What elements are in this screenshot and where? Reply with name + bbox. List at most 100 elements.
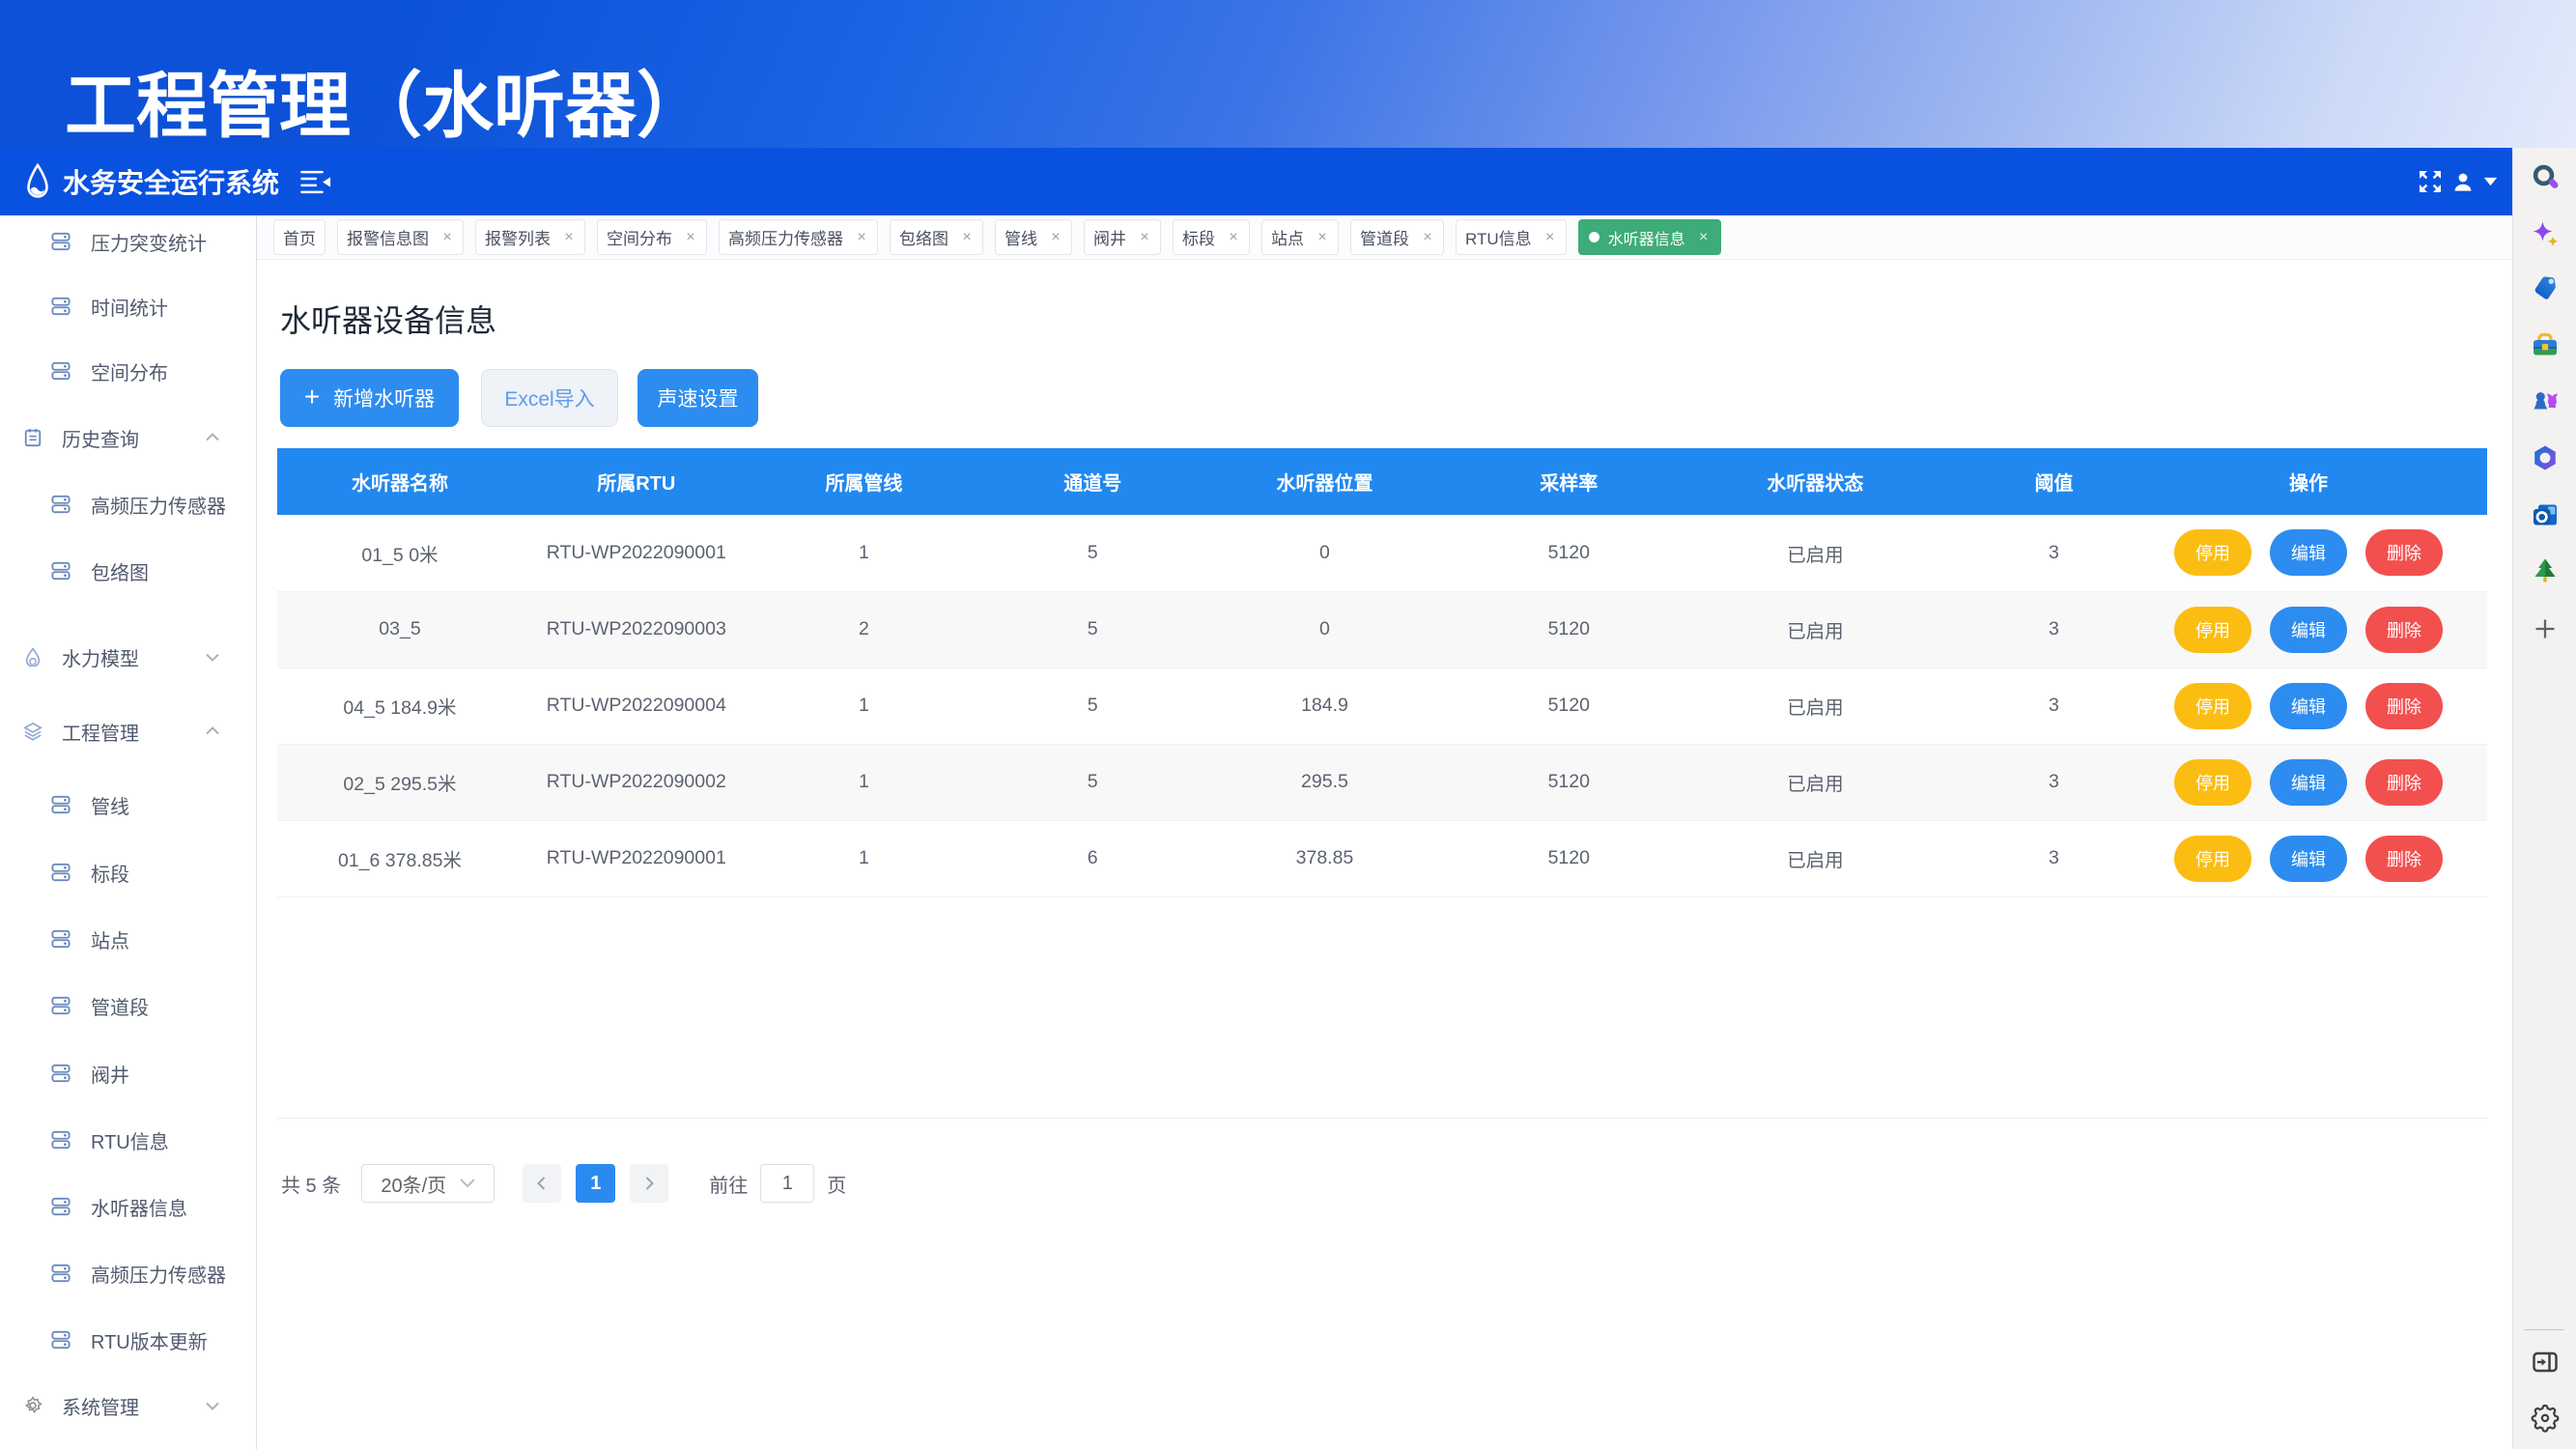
- cell-所属管线: 2: [750, 591, 978, 668]
- tab-包络图[interactable]: 包络图×: [890, 219, 983, 255]
- menu-item-工程管理[interactable]: 工程管理: [0, 698, 256, 764]
- close-icon[interactable]: ×: [1316, 230, 1329, 245]
- tab-水听器信息[interactable]: 水听器信息×: [1578, 219, 1721, 255]
- action-编辑-button[interactable]: 编辑: [2270, 683, 2347, 729]
- action-删除-button[interactable]: 删除: [2365, 836, 2443, 882]
- left-menu: 压力突变统计 时间统计 空间分布 历史查询 高频压力传感器 包络图 水力模型: [0, 215, 257, 1449]
- server-icon-svg: [51, 297, 71, 316]
- close-icon[interactable]: ×: [1543, 230, 1557, 245]
- excel-import-button[interactable]: Excel导入: [481, 369, 618, 427]
- menu-item-管线[interactable]: 管线: [0, 772, 256, 838]
- search-icon[interactable]: [2530, 162, 2561, 193]
- cell-采样率: 5120: [1442, 820, 1696, 896]
- menu-item-label: 标段: [91, 859, 129, 887]
- menu-item-标段[interactable]: 标段: [0, 839, 256, 905]
- menu-item-时间统计[interactable]: 时间统计: [0, 273, 256, 339]
- tab-空间分布[interactable]: 空间分布×: [597, 219, 707, 255]
- fullscreen-icon[interactable]: [2418, 169, 2443, 194]
- page-size-select[interactable]: 20条/页: [361, 1164, 495, 1203]
- action-停用-button[interactable]: 停用: [2174, 836, 2251, 882]
- close-icon[interactable]: ×: [1421, 230, 1434, 245]
- menu-item-水力模型[interactable]: 水力模型: [0, 624, 256, 690]
- action-停用-button[interactable]: 停用: [2174, 529, 2251, 576]
- server-icon-svg: [51, 1064, 71, 1083]
- tab-高频压力传感器[interactable]: 高频压力传感器×: [719, 219, 878, 255]
- menu-item-站点[interactable]: 站点: [0, 906, 256, 972]
- action-编辑-button[interactable]: 编辑: [2270, 607, 2347, 653]
- action-编辑-button[interactable]: 编辑: [2270, 759, 2347, 806]
- menu-item-压力突变统计[interactable]: 压力突变统计: [0, 209, 256, 274]
- menu-item-RTU信息[interactable]: RTU信息: [0, 1107, 256, 1173]
- tab-报警信息图[interactable]: 报警信息图×: [337, 219, 464, 255]
- next-page-button[interactable]: [630, 1164, 668, 1203]
- close-icon[interactable]: ×: [1697, 230, 1711, 245]
- menu-item-系统管理[interactable]: 系统管理: [0, 1373, 256, 1438]
- close-icon[interactable]: ×: [1049, 230, 1062, 245]
- action-删除-button[interactable]: 删除: [2365, 529, 2443, 576]
- menu-item-水听器信息[interactable]: 水听器信息: [0, 1174, 256, 1239]
- close-icon[interactable]: ×: [440, 230, 454, 245]
- menu-item-阀井[interactable]: 阀井: [0, 1040, 256, 1106]
- open-sidebar-icon[interactable]: [2530, 1347, 2561, 1378]
- pagination-divider: [277, 1118, 2487, 1119]
- toolbox-icon[interactable]: [2530, 329, 2561, 360]
- chevron-up-icon: [204, 429, 221, 446]
- outlook-icon[interactable]: [2530, 499, 2561, 530]
- tab-站点[interactable]: 站点×: [1261, 219, 1339, 255]
- action-删除-button[interactable]: 删除: [2365, 607, 2443, 653]
- tab-管道段[interactable]: 管道段×: [1350, 219, 1444, 255]
- action-编辑-button[interactable]: 编辑: [2270, 836, 2347, 882]
- action-停用-button[interactable]: 停用: [2174, 683, 2251, 729]
- close-icon[interactable]: ×: [1227, 230, 1240, 245]
- tab-label: 首页: [283, 225, 316, 249]
- goto-page-input[interactable]: 1: [760, 1164, 814, 1203]
- action-删除-button[interactable]: 删除: [2365, 759, 2443, 806]
- settings-icon[interactable]: [2530, 1403, 2561, 1434]
- server-icon-svg: [51, 996, 71, 1015]
- close-icon[interactable]: ×: [960, 230, 974, 245]
- shopping-tag-icon[interactable]: [2530, 272, 2561, 303]
- tab-RTU信息[interactable]: RTU信息×: [1456, 219, 1567, 255]
- microsoft-365-icon[interactable]: [2530, 442, 2561, 473]
- tab-管线[interactable]: 管线×: [995, 219, 1072, 255]
- action-删除-button[interactable]: 删除: [2365, 683, 2443, 729]
- caret-down-icon[interactable]: [2483, 177, 2498, 186]
- tree-icon[interactable]: [2530, 556, 2561, 587]
- copilot-sparkle-icon[interactable]: [2530, 219, 2561, 250]
- server-icon-svg: [51, 1264, 71, 1283]
- server-icon-svg: [51, 795, 71, 814]
- add-hydrophone-button[interactable]: + 新增水听器: [280, 369, 459, 427]
- cell-采样率: 5120: [1442, 515, 1696, 591]
- menu-fold-icon[interactable]: [300, 170, 331, 194]
- tab-阀井[interactable]: 阀井×: [1084, 219, 1161, 255]
- menu-item-包络图[interactable]: 包络图: [0, 538, 256, 604]
- prev-page-button-svg: [534, 1176, 550, 1191]
- menu-item-高频压力传感器[interactable]: 高频压力传感器: [0, 471, 256, 537]
- close-icon[interactable]: ×: [855, 230, 868, 245]
- tab-首页[interactable]: 首页: [273, 219, 326, 255]
- menu-item-管道段[interactable]: 管道段: [0, 973, 256, 1038]
- games-icon[interactable]: [2530, 385, 2561, 416]
- add-icon[interactable]: [2530, 613, 2561, 644]
- close-icon[interactable]: ×: [684, 230, 697, 245]
- close-icon[interactable]: ×: [1138, 230, 1151, 245]
- action-停用-button[interactable]: 停用: [2174, 759, 2251, 806]
- cell-水听器位置: 0: [1207, 591, 1442, 668]
- sound-speed-button[interactable]: 声速设置: [637, 369, 758, 427]
- prev-page-button[interactable]: [523, 1164, 561, 1203]
- tab-报警列表[interactable]: 报警列表×: [475, 219, 585, 255]
- table-row: 01_6 378.85米RTU-WP202209000116378.855120…: [277, 820, 2487, 896]
- user-icon[interactable]: [2451, 170, 2475, 193]
- chevron-down-icon: [204, 648, 221, 666]
- device-table: 水听器名称所属RTU所属管线通道号水听器位置采样率水听器状态阈值操作 01_5 …: [277, 448, 2487, 897]
- menu-item-空间分布[interactable]: 空间分布: [0, 338, 256, 404]
- current-page-button[interactable]: 1: [576, 1164, 615, 1203]
- tab-标段[interactable]: 标段×: [1173, 219, 1250, 255]
- menu-item-高频压力传感器[interactable]: 高频压力传感器: [0, 1240, 256, 1306]
- close-icon[interactable]: ×: [562, 230, 576, 245]
- action-停用-button[interactable]: 停用: [2174, 607, 2251, 653]
- menu-item-RTU版本更新[interactable]: RTU版本更新: [0, 1307, 256, 1373]
- table-row: 04_5 184.9米RTU-WP202209000415184.95120已启…: [277, 668, 2487, 744]
- menu-item-历史查询[interactable]: 历史查询: [0, 405, 256, 470]
- action-编辑-button[interactable]: 编辑: [2270, 529, 2347, 576]
